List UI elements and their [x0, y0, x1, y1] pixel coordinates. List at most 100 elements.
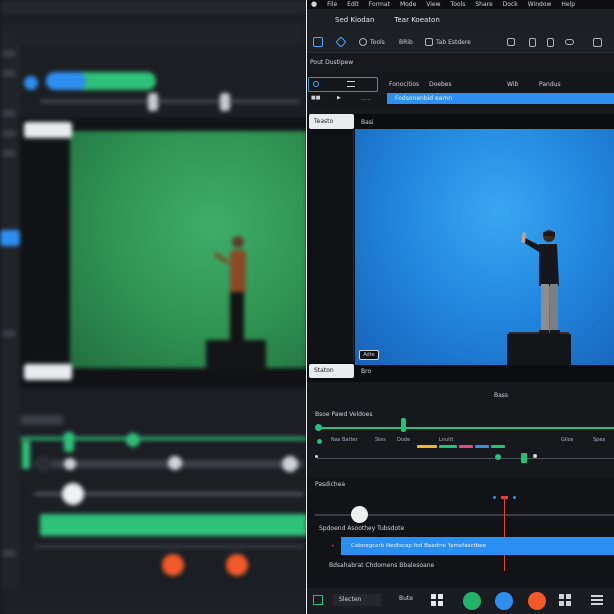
sub-track-dot[interactable]	[315, 455, 318, 458]
column-header-2[interactable]: Doebes	[429, 81, 452, 88]
row-dots-icon[interactable]: ……	[361, 96, 371, 102]
blurred-marker	[64, 432, 74, 452]
title-bar: Sed Kiodan Tear Koeaton	[307, 9, 614, 31]
blurred-menu-strip	[0, 0, 307, 14]
timeline-track-label: Nas Batter	[331, 437, 358, 443]
blue-action-button[interactable]	[495, 592, 513, 610]
menu-item-tools[interactable]: Tools	[451, 0, 466, 9]
row-arrow-icon[interactable]: ▶	[337, 95, 341, 101]
timeline-tick-3: Lnuitt	[439, 437, 454, 443]
timeline-start-dot[interactable]	[315, 424, 322, 431]
video-preview-canvas[interactable]	[355, 129, 614, 365]
caption-clip-row[interactable]: Cabnegcarb Nedtscap fod Baadrre Yamefasc…	[341, 537, 614, 555]
sub-track-dot[interactable]	[533, 454, 537, 458]
media-bin	[307, 130, 354, 362]
app-root: ● File Edit Format Mode View Tools Share…	[0, 0, 614, 614]
person-figure	[521, 230, 560, 334]
preview-small-button[interactable]: Adte	[359, 350, 379, 360]
menu-item-mode[interactable]: Mode	[400, 0, 416, 9]
clip-yellow[interactable]	[417, 445, 437, 448]
pedestal	[507, 334, 571, 365]
blurred-green-clip	[40, 514, 307, 536]
orange-action-button[interactable]	[528, 592, 546, 610]
blurred-slider	[40, 100, 300, 103]
layout-icon[interactable]	[431, 594, 443, 606]
timeline-tick-4: Gilos	[561, 437, 574, 443]
preview-tab[interactable]: Teasto	[309, 114, 354, 129]
preview-header-label: Basi	[361, 119, 374, 126]
menu-item-view[interactable]: View	[426, 0, 440, 9]
timeline-panel	[307, 388, 614, 478]
menu-item-file[interactable]: File	[327, 0, 337, 9]
blurred-orange-btn	[226, 554, 248, 576]
audio-scrub-knob[interactable]	[351, 506, 368, 523]
clip-pink[interactable]	[459, 445, 473, 448]
crop-icon	[507, 38, 515, 46]
clip-blue[interactable]	[475, 445, 489, 448]
blurred-tab	[24, 364, 72, 380]
marker-dot	[493, 496, 496, 499]
blurred-sidebar-item	[2, 50, 16, 57]
column-header-4[interactable]: Pandus	[539, 81, 561, 88]
blurred-blue-pill	[46, 72, 86, 90]
menu-item-share[interactable]: Share	[475, 0, 492, 9]
select-tool-button[interactable]	[313, 36, 323, 48]
timeline-keyframe-dot[interactable]	[317, 439, 322, 444]
column-header-1[interactable]: Fonocitios	[389, 81, 419, 88]
tab-estdere-button[interactable]: Tab Estdere	[425, 36, 471, 48]
menu-item-dock[interactable]: Dock	[503, 0, 518, 9]
blurred-tab	[24, 122, 72, 138]
link-button[interactable]	[565, 36, 574, 48]
clip-green-2[interactable]	[491, 445, 505, 448]
audio-row-label-3: Bdsahabrat Chdomens Bbalesoane	[329, 562, 435, 569]
list-view-icon[interactable]	[591, 594, 603, 606]
crop-button[interactable]	[507, 36, 515, 48]
menu-bar: ● File Edit Format Mode View Tools Share…	[307, 0, 614, 9]
browser-heading: Pout Dustipew	[310, 59, 354, 66]
split-button[interactable]	[547, 36, 554, 48]
pen-tool-button[interactable]	[335, 36, 347, 48]
trim-icon	[529, 37, 536, 47]
sub-track-keyframe[interactable]	[495, 454, 501, 460]
pen-icon	[335, 36, 347, 48]
row-marker: ■■	[311, 95, 321, 101]
tools-button[interactable]: Tools	[359, 36, 385, 48]
blurred-handle	[220, 93, 230, 111]
blurred-sidebar	[0, 30, 20, 614]
menu-item-help[interactable]: Help	[561, 0, 575, 9]
playhead[interactable]	[504, 497, 505, 571]
stats-tab[interactable]: Staton	[309, 364, 354, 378]
blurred-sidebar-item	[2, 150, 16, 157]
apple-icon[interactable]: ●	[311, 0, 317, 9]
clip-green[interactable]	[439, 445, 457, 448]
export-button[interactable]	[593, 36, 602, 48]
blurred-dot	[126, 433, 140, 447]
blurred-sidebar-item	[2, 110, 16, 117]
bottom-select-field[interactable]: Slecten	[333, 594, 381, 606]
sub-track-marker[interactable]	[521, 453, 527, 463]
menu-item-edit[interactable]: Edit	[347, 0, 359, 9]
grid-icon	[425, 38, 433, 46]
selected-clip-row[interactable]: Fodsonenbid eamn	[387, 93, 614, 104]
filter-icon[interactable]	[347, 81, 355, 87]
blurred-sidebar-item	[2, 330, 16, 337]
menu-item-window[interactable]: Window	[528, 0, 552, 9]
scissors-icon	[359, 38, 367, 46]
audio-panel	[307, 478, 614, 588]
green-action-button[interactable]	[463, 592, 481, 610]
rib-button[interactable]: BRib	[399, 36, 413, 48]
blurred-marker	[22, 441, 30, 469]
blurred-sidebar-item	[2, 550, 16, 557]
menu-item-format[interactable]: Format	[369, 0, 390, 9]
timeline-marker[interactable]	[401, 418, 406, 432]
marker-dot	[513, 496, 516, 499]
grid-view-icon[interactable]	[559, 594, 571, 606]
blurred-handle	[148, 93, 158, 111]
column-header-3[interactable]: Wib	[507, 81, 518, 88]
audio-row-label-1: Spdoend Asoothey Tubsdote	[319, 525, 405, 532]
record-square-icon[interactable]	[313, 595, 323, 605]
blurred-sidebar-item	[2, 70, 16, 77]
tab-estdere-label: Tab Estdere	[436, 38, 471, 46]
audio-panel-title: Pasdichea	[315, 481, 346, 488]
trim-button[interactable]	[529, 36, 536, 48]
